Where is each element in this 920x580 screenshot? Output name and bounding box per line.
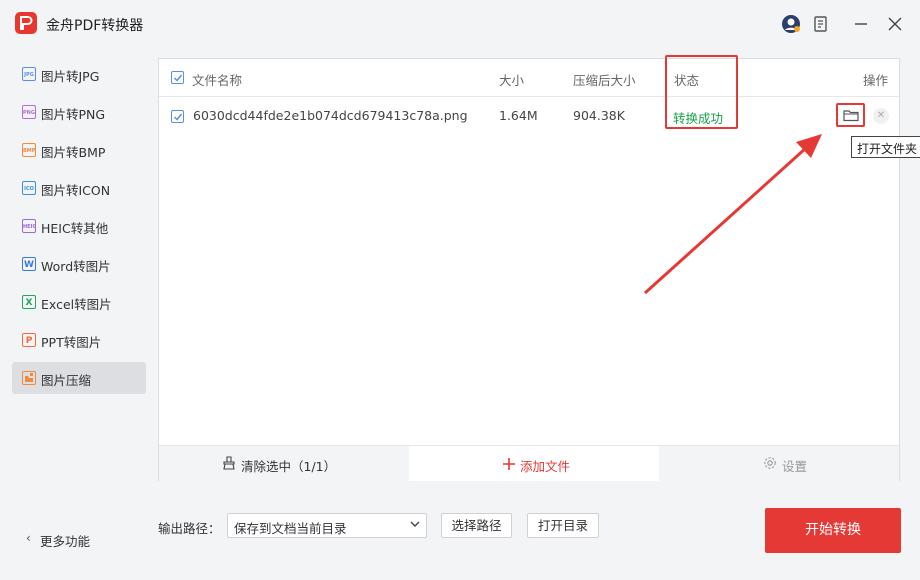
sidebar-item-label: 图片转PNG — [41, 107, 106, 122]
sidebar-item-heic[interactable]: HEIC HEIC转其他 — [12, 210, 146, 242]
header-file-name: 文件名称 — [192, 73, 243, 88]
sidebar-item-label: 图片压缩 — [41, 373, 92, 388]
feedback-icon[interactable] — [810, 13, 832, 35]
panel-footer: 清除选中（1/1） 添加文件 设置 — [159, 445, 899, 481]
header-ops: 操作 — [863, 73, 889, 88]
folder-highlight-box — [836, 103, 865, 127]
app-title: 金舟PDF转换器 — [46, 18, 144, 34]
broom-icon — [223, 456, 235, 470]
heic-icon: HEIC — [22, 219, 36, 233]
more-features-link[interactable]: ‹ 更多功能 — [22, 528, 102, 549]
row-file-name: 6030dcd44fde2e1b074dcd679413c78a.png — [193, 108, 468, 123]
sidebar-item-label: HEIC转其他 — [41, 221, 109, 236]
more-features-label: 更多功能 — [40, 534, 91, 549]
sidebar-item-label: PPT转图片 — [41, 335, 102, 350]
header-size: 大小 — [499, 73, 525, 88]
choose-path-button[interactable]: 选择路径 — [441, 513, 512, 538]
row-checkbox[interactable] — [171, 110, 184, 123]
ppt-icon: P — [22, 333, 36, 347]
sidebar-item-label: 图片转BMP — [41, 145, 106, 160]
row-compressed-size: 904.38K — [573, 108, 625, 123]
compress-icon — [22, 371, 36, 385]
plus-icon — [503, 458, 515, 470]
file-list-panel: 文件名称 大小 压缩后大小 状态 操作 6030dcd44fde2e1b074d… — [158, 58, 900, 481]
status-highlight-box — [665, 55, 738, 129]
sidebar-item-bmp[interactable]: BMP 图片转BMP — [12, 134, 146, 166]
user-avatar-icon[interactable] — [780, 13, 802, 35]
sidebar-item-label: 图片转JPG — [41, 69, 100, 84]
output-path-select[interactable]: 保存到文档当前目录 — [227, 513, 427, 538]
add-file-button[interactable]: 添加文件 — [409, 446, 659, 481]
sidebar-item-label: Excel转图片 — [41, 297, 112, 312]
add-file-label: 添加文件 — [520, 459, 571, 474]
chevron-left-icon: ‹ — [26, 531, 31, 545]
sidebar-item-label: 图片转ICON — [41, 183, 111, 198]
sidebar-item-word[interactable]: W Word转图片 — [12, 248, 146, 280]
png-icon: PNG — [22, 105, 36, 119]
output-path-label: 输出路径： — [158, 521, 221, 536]
output-path-value: 保存到文档当前目录 — [234, 521, 347, 536]
ico-icon: ICO — [22, 181, 36, 195]
settings-label: 设置 — [782, 459, 808, 474]
sidebar-item-icon[interactable]: ICO 图片转ICON — [12, 172, 146, 204]
table-header: 文件名称 大小 压缩后大小 状态 操作 — [159, 59, 899, 97]
word-icon: W — [22, 257, 36, 271]
sidebar-item-ppt[interactable]: P PPT转图片 — [12, 324, 146, 356]
title-bar: 金舟PDF转换器 — [0, 0, 920, 48]
open-folder-tooltip: 打开文件夹 — [851, 136, 920, 158]
minimize-icon[interactable] — [850, 13, 872, 35]
chevron-down-icon — [410, 519, 420, 532]
row-size: 1.64M — [499, 108, 538, 123]
close-icon[interactable] — [884, 13, 906, 35]
sidebar-item-jpg[interactable]: JPG 图片转JPG — [12, 58, 146, 90]
remove-file-button[interactable]: ✕ — [873, 108, 889, 124]
clear-selected-label: 清除选中（1/1） — [241, 459, 337, 474]
sidebar-item-label: Word转图片 — [41, 259, 111, 274]
settings-button[interactable]: 设置 — [659, 446, 899, 481]
select-all-checkbox[interactable] — [171, 71, 184, 84]
sidebar: JPG 图片转JPG PNG 图片转PNG BMP 图片转BMP ICO 图片转… — [0, 48, 158, 580]
sidebar-item-png[interactable]: PNG 图片转PNG — [12, 96, 146, 128]
open-directory-button[interactable]: 打开目录 — [527, 513, 599, 538]
table-row[interactable]: 6030dcd44fde2e1b074dcd679413c78a.png 1.6… — [159, 98, 899, 136]
start-convert-button[interactable]: 开始转换 — [765, 508, 901, 553]
bmp-icon: BMP — [22, 143, 36, 157]
jpg-icon: JPG — [22, 67, 36, 81]
sidebar-item-excel[interactable]: X Excel转图片 — [12, 286, 146, 318]
header-compressed-size: 压缩后大小 — [573, 73, 636, 88]
gear-icon — [764, 457, 776, 469]
clear-selected-button[interactable]: 清除选中（1/1） — [159, 446, 409, 481]
excel-icon: X — [22, 295, 36, 309]
sidebar-item-compress[interactable]: 图片压缩 — [12, 362, 146, 394]
app-logo-icon — [15, 12, 37, 34]
